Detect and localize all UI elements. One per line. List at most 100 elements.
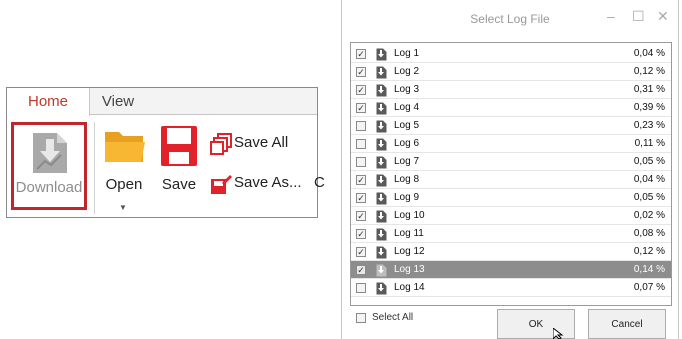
log-file-icon — [376, 156, 387, 169]
log-percent: 0,12 % — [633, 246, 665, 257]
log-percent: 0,02 % — [633, 210, 665, 221]
maximize-button[interactable]: ☐ — [632, 8, 645, 25]
log-percent: 0,14 % — [633, 264, 665, 275]
log-name: Log 10 — [394, 210, 425, 221]
log-name: Log 4 — [394, 102, 420, 113]
select-all-label: Select All — [372, 312, 414, 323]
log-file-icon — [376, 282, 387, 295]
log-name: Log 5 — [394, 120, 420, 131]
list-item[interactable]: ✓ Log 13 0,14 % — [351, 261, 671, 279]
log-file-icon — [376, 174, 387, 187]
list-item[interactable]: ✓ Log 10 0,02 % — [351, 207, 671, 225]
log-percent: 0,11 % — [634, 138, 665, 149]
log-percent: 0,23 % — [633, 120, 665, 131]
checkbox[interactable] — [356, 139, 366, 149]
list-item[interactable]: ✓ Log 4 0,39 % — [351, 99, 671, 117]
open-label: Open — [105, 176, 143, 193]
chevron-down-icon[interactable]: ▼ — [119, 203, 127, 212]
select-log-file-dialog: Select Log File – ☐ ✕ ✓ Log 1 0,04 % ✓ Log 2… — [341, 0, 679, 339]
list-item[interactable]: ✓ Log 3 0,31 % — [351, 81, 671, 99]
log-percent: 0,04 % — [633, 174, 665, 185]
log-name: Log 8 — [394, 174, 420, 185]
checkbox[interactable] — [356, 121, 366, 131]
log-name: Log 1 — [394, 48, 420, 59]
checkbox[interactable]: ✓ — [356, 211, 366, 221]
log-name: Log 6 — [394, 138, 420, 149]
save-as-icon — [211, 175, 232, 194]
list-item[interactable]: ✓ Log 1 0,04 % — [351, 45, 671, 63]
log-percent: 0,39 % — [633, 102, 665, 113]
ribbon-body: Download Open ▼ Save Save All Save As...… — [7, 116, 325, 217]
log-name: Log 12 — [394, 246, 425, 257]
log-file-icon — [376, 138, 387, 151]
log-percent: 0,05 % — [633, 192, 665, 203]
log-percent: 0,05 % — [633, 156, 665, 167]
log-file-icon — [376, 192, 387, 205]
log-name: Log 7 — [394, 156, 420, 167]
tab-view[interactable]: View — [89, 88, 147, 116]
mouse-cursor-icon — [553, 328, 564, 339]
save-all-button[interactable]: Save All — [208, 131, 308, 157]
close-button[interactable]: ✕ — [657, 8, 669, 25]
log-percent: 0,07 % — [633, 282, 665, 293]
folder-icon — [105, 132, 145, 162]
checkbox[interactable]: ✓ — [356, 103, 366, 113]
checkbox[interactable] — [356, 157, 366, 167]
log-name: Log 9 — [394, 192, 420, 203]
dialog-title: Select Log File — [470, 12, 550, 26]
log-percent: 0,31 % — [633, 84, 665, 95]
cancel-button[interactable]: Cancel — [588, 309, 666, 339]
checkbox[interactable]: ✓ — [356, 67, 366, 77]
checkbox[interactable]: ✓ — [356, 265, 366, 275]
log-file-icon — [376, 264, 387, 277]
log-file-icon — [376, 48, 387, 61]
list-item[interactable]: ✓ Log 8 0,04 % — [351, 171, 671, 189]
tab-home[interactable]: Home — [7, 88, 90, 116]
checkbox[interactable] — [356, 313, 366, 323]
log-file-icon — [376, 102, 387, 115]
list-item[interactable]: ✓ Log 12 0,12 % — [351, 243, 671, 261]
log-file-icon — [376, 84, 387, 97]
list-item[interactable]: Log 7 0,05 % — [351, 153, 671, 171]
log-name: Log 3 — [394, 84, 420, 95]
list-item[interactable]: ✓ Log 9 0,05 % — [351, 189, 671, 207]
save-all-label: Save All — [234, 134, 289, 151]
save-as-label: Save As... — [234, 174, 302, 191]
list-item[interactable]: Log 5 0,23 % — [351, 117, 671, 135]
checkbox[interactable]: ✓ — [356, 229, 366, 239]
minimize-button[interactable]: – — [607, 8, 615, 24]
clipped-button-label: C — [314, 174, 325, 191]
list-item[interactable]: ✓ Log 11 0,08 % — [351, 225, 671, 243]
log-name: Log 13 — [394, 264, 425, 275]
checkbox[interactable] — [356, 283, 366, 293]
floppy-disk-icon — [161, 126, 197, 166]
download-label: Download — [15, 179, 83, 196]
log-percent: 0,04 % — [633, 48, 665, 59]
save-button[interactable]: Save — [153, 124, 205, 199]
log-name: Log 11 — [394, 228, 424, 239]
log-file-icon — [376, 66, 387, 79]
checkbox[interactable]: ✓ — [356, 175, 366, 185]
checkbox[interactable]: ✓ — [356, 85, 366, 95]
log-file-list[interactable]: ✓ Log 1 0,04 % ✓ Log 2 0,12 % ✓ Log 3 0,31 % ✓ Log… — [350, 42, 672, 306]
save-label: Save — [161, 176, 197, 193]
log-percent: 0,08 % — [633, 228, 665, 239]
open-button[interactable]: Open ▼ — [99, 124, 149, 214]
list-item[interactable]: ✓ Log 2 0,12 % — [351, 63, 671, 81]
log-file-icon — [376, 210, 387, 223]
ribbon: Home View Download Open ▼ Save Save All … — [6, 87, 325, 218]
list-item[interactable]: Log 6 0,11 % — [351, 135, 671, 153]
ribbon-tab-bar: Home View — [7, 88, 317, 116]
save-all-icon — [210, 133, 232, 155]
log-name: Log 2 — [394, 66, 420, 77]
checkbox[interactable]: ✓ — [356, 193, 366, 203]
log-file-icon — [376, 228, 387, 241]
checkbox[interactable]: ✓ — [356, 247, 366, 257]
checkbox[interactable]: ✓ — [356, 49, 366, 59]
log-file-icon — [376, 246, 387, 259]
log-file-icon — [376, 120, 387, 133]
log-percent: 0,12 % — [633, 66, 665, 77]
list-item[interactable]: Log 14 0,07 % — [351, 279, 671, 297]
download-button[interactable]: Download — [11, 122, 87, 210]
save-as-button[interactable]: Save As... — [208, 171, 316, 197]
